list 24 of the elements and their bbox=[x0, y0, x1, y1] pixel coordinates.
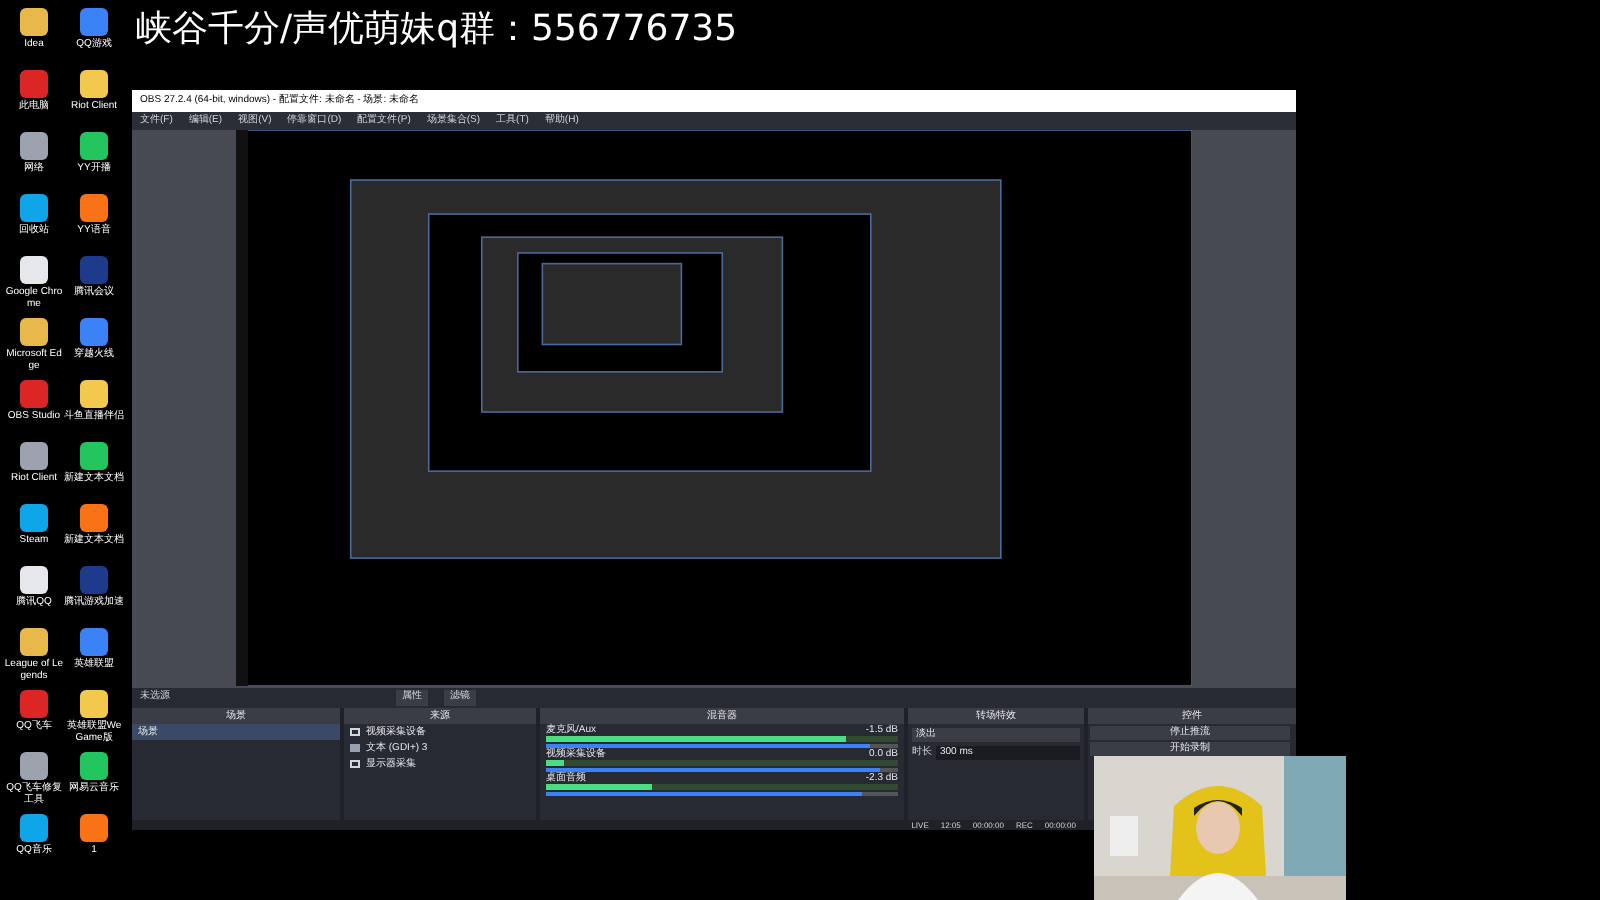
app-icon[interactable] bbox=[20, 752, 48, 780]
app-icon[interactable] bbox=[80, 380, 108, 408]
banner-text: 峡谷千分/声优萌妹q群：556776735 bbox=[136, 8, 738, 52]
app-icon[interactable] bbox=[80, 194, 108, 222]
app-icon[interactable] bbox=[20, 442, 48, 470]
app-icon[interactable] bbox=[20, 814, 48, 842]
app-icon[interactable] bbox=[20, 8, 48, 36]
text-icon bbox=[350, 744, 360, 752]
app-icon[interactable] bbox=[20, 504, 48, 532]
camera-icon bbox=[350, 728, 360, 736]
app-icon[interactable] bbox=[80, 70, 108, 98]
app-icon[interactable] bbox=[20, 194, 48, 222]
monitor-icon bbox=[350, 760, 360, 768]
app-icon[interactable] bbox=[20, 256, 48, 284]
app-icon[interactable] bbox=[80, 752, 108, 780]
app-icon[interactable] bbox=[20, 628, 48, 656]
app-icon[interactable] bbox=[80, 132, 108, 160]
app-icon[interactable] bbox=[80, 690, 108, 718]
app-icon[interactable] bbox=[80, 814, 108, 842]
app-icon[interactable] bbox=[20, 132, 48, 160]
app-icon[interactable] bbox=[20, 318, 48, 346]
app-icon[interactable] bbox=[80, 442, 108, 470]
app-icon[interactable] bbox=[20, 566, 48, 594]
app-icon[interactable] bbox=[80, 504, 108, 532]
